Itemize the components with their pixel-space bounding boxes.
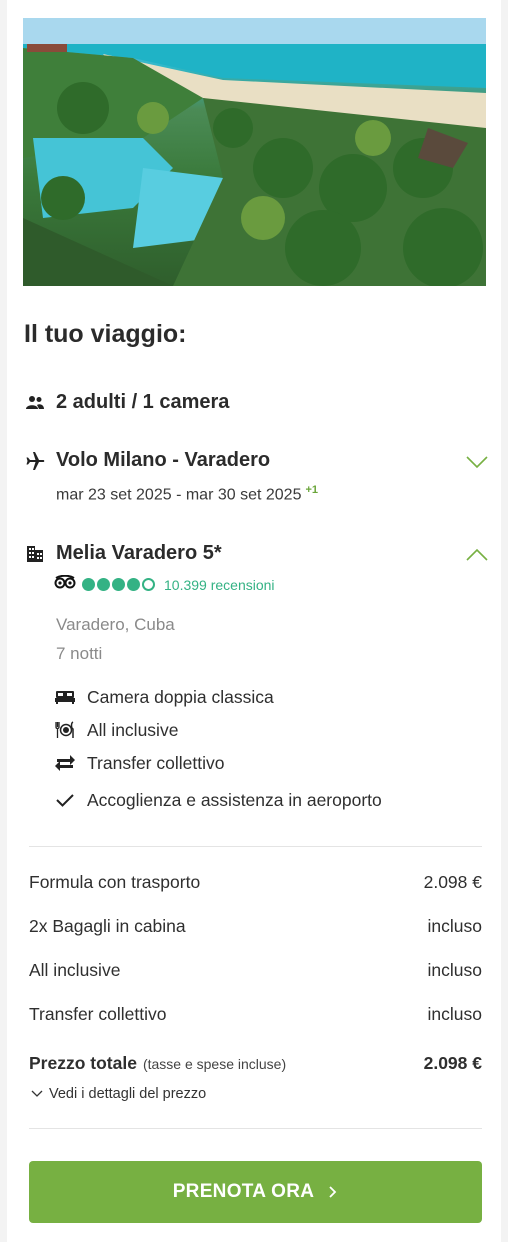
price-row-value: 2.098 €: [423, 872, 482, 892]
chevron-right-icon: [329, 1186, 337, 1198]
rating-bubble-empty: [142, 578, 155, 591]
hotel-name: Melia Varadero 5*: [56, 542, 222, 564]
guests-row: 2 adulti / 1 camera: [24, 391, 229, 414]
price-row-value: incluso: [427, 1004, 482, 1024]
total-label: Prezzo totale: [29, 1053, 137, 1073]
total-note: (tasse e spese incluse): [142, 1056, 287, 1072]
tripadvisor-owl-icon: [54, 574, 76, 594]
book-now-button[interactable]: PRENOTA ORA: [29, 1161, 482, 1223]
feature-label: All inclusive: [87, 719, 179, 740]
hotel-row[interactable]: Melia Varadero 5*: [24, 542, 222, 565]
price-row-label: Formula con trasporto: [29, 872, 201, 892]
check-icon: [54, 789, 76, 811]
guests-label: 2 adulti / 1 camera: [56, 391, 230, 413]
day-offset-badge: +1: [305, 484, 319, 496]
price-row-label: All inclusive: [29, 960, 121, 980]
divider: [29, 1128, 482, 1129]
price-row-value: incluso: [427, 916, 482, 936]
price-details-link[interactable]: Vedi i dettagli del prezzo: [31, 1086, 206, 1102]
total-price-row: Prezzo totale (tasse e spese incluse) 2.0…: [29, 1053, 482, 1074]
feature-label: Transfer collettivo: [87, 752, 225, 773]
rating-bubble-filled: [97, 578, 110, 591]
price-row: Transfer collettivo incluso: [29, 1004, 482, 1025]
total-label-group: Prezzo totale (tasse e spese incluse): [29, 1053, 286, 1074]
transfer-arrows-icon: [54, 752, 76, 774]
building-icon: [24, 543, 46, 565]
feature-room: Camera doppia classica: [54, 686, 274, 708]
price-row: Formula con trasporto 2.098 €: [29, 872, 482, 893]
price-row: All inclusive incluso: [29, 960, 482, 981]
rating-bubble-filled: [112, 578, 125, 591]
rating-bubble-filled: [82, 578, 95, 591]
rating-bubble-filled: [127, 578, 140, 591]
tripadvisor-rating[interactable]: 10.399 recensioni: [54, 574, 275, 594]
price-details-label: Vedi i dettagli del prezzo: [49, 1086, 207, 1102]
feature-board: All inclusive: [54, 719, 178, 741]
flight-dates-text: mar 23 set 2025 - mar 30 set 2025: [56, 486, 302, 504]
hotel-nights: 7 notti: [56, 644, 103, 663]
price-row-label: Transfer collettivo: [29, 1004, 167, 1024]
bed-icon: [54, 686, 76, 708]
people-icon: [24, 392, 46, 414]
divider: [29, 846, 482, 847]
total-value: 2.098 €: [423, 1053, 482, 1073]
hotel-photo: [23, 18, 486, 286]
feature-label: Accoglienza e assistenza in aeroporto: [87, 789, 382, 810]
page-title: Il tuo viaggio:: [24, 320, 187, 348]
hotel-location: Varadero, Cuba: [56, 615, 175, 634]
chevron-down-icon[interactable]: [466, 455, 488, 469]
price-row-value: incluso: [427, 960, 482, 980]
chevron-up-icon[interactable]: [466, 548, 488, 562]
feature-label: Camera doppia classica: [87, 686, 274, 707]
feature-assistance: Accoglienza e assistenza in aeroporto: [54, 789, 382, 811]
trip-summary-card: Il tuo viaggio: 2 adulti / 1 camera Volo…: [7, 0, 501, 1242]
price-row-label: 2x Bagagli in cabina: [29, 916, 186, 936]
flight-dates: mar 23 set 2025 - mar 30 set 2025 +1: [56, 484, 318, 504]
feature-transfer: Transfer collettivo: [54, 752, 224, 774]
chevron-down-icon: [31, 1090, 43, 1097]
flight-title: Volo Milano - Varadero: [56, 449, 271, 471]
reviews-link[interactable]: 10.399 recensioni: [164, 577, 275, 593]
resort-beach-image: [23, 18, 486, 286]
airplane-icon: [24, 450, 46, 472]
flight-row[interactable]: Volo Milano - Varadero: [24, 449, 270, 472]
dining-icon: [54, 719, 76, 741]
book-now-label: PRENOTA ORA: [172, 1181, 315, 1202]
price-row: 2x Bagagli in cabina incluso: [29, 916, 482, 937]
